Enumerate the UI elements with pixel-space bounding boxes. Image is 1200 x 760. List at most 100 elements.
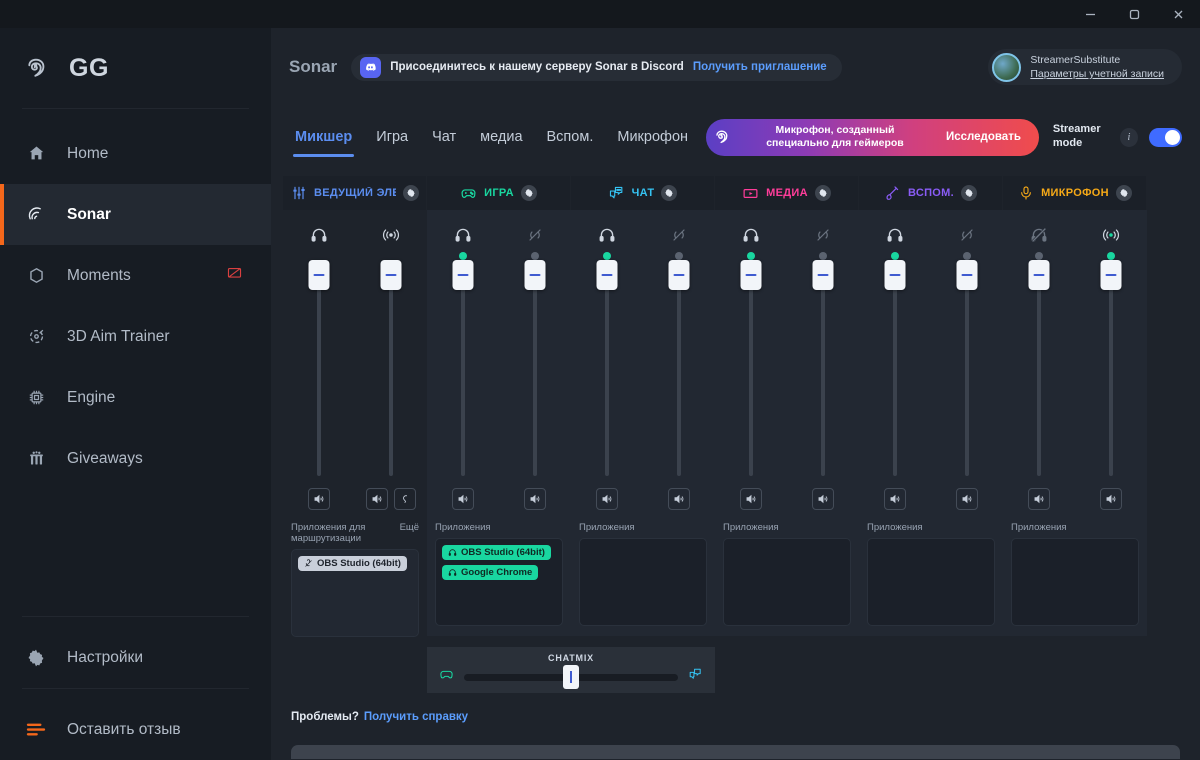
account-menu[interactable]: StreamerSubstitute Параметры учетной зап…: [988, 49, 1182, 85]
brand: GG: [0, 28, 271, 108]
apps-list[interactable]: [867, 538, 995, 626]
volume-slider[interactable]: [380, 260, 402, 476]
fader-buttons: [308, 488, 330, 510]
tab-microphone[interactable]: Микрофон: [605, 114, 700, 160]
gear-icon[interactable]: [814, 185, 831, 201]
channel-header: ВСПОМ.: [859, 176, 1003, 210]
volume-slider[interactable]: [812, 260, 834, 476]
tab-aux[interactable]: Вспом.: [535, 114, 606, 160]
gear-icon[interactable]: [1115, 185, 1132, 201]
speaker-icon[interactable]: [1028, 488, 1050, 510]
tab-label: Чат: [432, 129, 457, 145]
promo-banner[interactable]: Микрофон, созданный специально для гейме…: [706, 118, 1039, 156]
tabs-bar: Микшер Игра Чат медиа Вспом. Микрофон Ми…: [271, 106, 1200, 168]
slider-knob[interactable]: [1100, 260, 1122, 290]
volume-slider[interactable]: [956, 260, 978, 476]
minimize-icon[interactable]: [1068, 0, 1112, 28]
apps-label-text: Приложения: [579, 522, 635, 533]
speaker-icon[interactable]: [366, 488, 388, 510]
volume-slider[interactable]: [1028, 260, 1050, 476]
apps-list[interactable]: OBS Studio (64bit) Google Chrome: [435, 538, 563, 626]
tab-game[interactable]: Игра: [364, 114, 420, 160]
speaker-icon[interactable]: [812, 488, 834, 510]
sidebar-item-moments[interactable]: Moments: [0, 245, 271, 306]
sidebar-item-engine[interactable]: Engine: [0, 367, 271, 428]
app-chip[interactable]: OBS Studio (64bit): [298, 556, 407, 571]
sidebar-item-sonar[interactable]: Sonar: [0, 184, 271, 245]
faders: [427, 224, 571, 510]
speaker-icon[interactable]: [308, 488, 330, 510]
volume-slider[interactable]: [668, 260, 690, 476]
speaker-icon[interactable]: [884, 488, 906, 510]
sidebar-item-feedback[interactable]: Оставить отзыв: [0, 699, 271, 760]
faders: [715, 224, 859, 510]
speaker-icon[interactable]: [1100, 488, 1122, 510]
speaker-icon[interactable]: [524, 488, 546, 510]
status-dot: [603, 252, 611, 260]
slider-knob[interactable]: [1028, 260, 1050, 290]
gear-icon[interactable]: [403, 185, 419, 201]
mic-monitor-icon[interactable]: [394, 488, 416, 510]
volume-slider[interactable]: [524, 260, 546, 476]
help-link[interactable]: Получить справку: [364, 711, 468, 723]
sidebar-item-3d-aim-trainer[interactable]: 3D Aim Trainer: [0, 306, 271, 367]
tab-mixer[interactable]: Микшер: [283, 114, 364, 160]
account-settings-link[interactable]: Параметры учетной записи: [1030, 67, 1164, 81]
streamer-mode-toggle[interactable]: [1148, 127, 1182, 147]
promo-cta[interactable]: Исследовать: [936, 131, 1037, 143]
apps-more-link[interactable]: Ещё: [400, 522, 419, 533]
gear-icon[interactable]: [661, 185, 678, 201]
volume-slider[interactable]: [740, 260, 762, 476]
sidebar-item-label: Sonar: [67, 205, 111, 223]
slider-knob[interactable]: [956, 260, 978, 290]
speaker-icon[interactable]: [740, 488, 762, 510]
slider-knob[interactable]: [452, 260, 474, 290]
stream-icon: [381, 224, 401, 246]
discord-invite-link[interactable]: Получить приглашение: [693, 61, 827, 73]
speaker-icon[interactable]: [956, 488, 978, 510]
speaker-icon[interactable]: [452, 488, 474, 510]
speaker-icon[interactable]: [668, 488, 690, 510]
apps-list[interactable]: OBS Studio (64bit): [291, 549, 419, 637]
tab-chat[interactable]: Чат: [420, 114, 468, 160]
volume-slider[interactable]: [308, 260, 330, 476]
slider-knob[interactable]: [812, 260, 834, 290]
tab-label: медиа: [480, 129, 523, 145]
status-dot: [963, 252, 971, 260]
apps-list[interactable]: [579, 538, 707, 626]
sidebar-item-giveaways[interactable]: Giveaways: [0, 428, 271, 489]
fader-buttons: [740, 488, 762, 510]
speaker-icon[interactable]: [596, 488, 618, 510]
monitor-off-icon[interactable]: [226, 265, 243, 287]
volume-slider[interactable]: [884, 260, 906, 476]
slider-knob[interactable]: [740, 260, 762, 290]
apps-list[interactable]: [1011, 538, 1139, 626]
chatmix-knob[interactable]: [563, 665, 579, 689]
volume-slider[interactable]: [1100, 260, 1122, 476]
tab-media[interactable]: медиа: [468, 114, 534, 160]
status-dot: [1035, 252, 1043, 260]
close-icon[interactable]: [1156, 0, 1200, 28]
slider-knob[interactable]: [380, 260, 402, 290]
slider-knob[interactable]: [884, 260, 906, 290]
info-icon[interactable]: i: [1119, 127, 1138, 147]
app-chip[interactable]: Google Chrome: [442, 565, 539, 580]
gear-icon[interactable]: [960, 185, 977, 201]
fader-stream: [787, 224, 859, 510]
maximize-icon[interactable]: [1112, 0, 1156, 28]
slider-knob[interactable]: [668, 260, 690, 290]
sidebar-item-settings[interactable]: Настройки: [0, 627, 271, 688]
volume-slider[interactable]: [596, 260, 618, 476]
sidebar-item-home[interactable]: Home: [0, 123, 271, 184]
discord-banner[interactable]: Присоединитесь к нашему серверу Sonar в …: [351, 53, 842, 81]
fader-headphones: [283, 224, 355, 510]
slider-knob[interactable]: [524, 260, 546, 290]
slider-knob[interactable]: [308, 260, 330, 290]
apps-list[interactable]: [723, 538, 851, 626]
stream-off-icon: [813, 224, 833, 246]
app-chip[interactable]: OBS Studio (64bit): [442, 545, 551, 560]
volume-slider[interactable]: [452, 260, 474, 476]
gear-icon[interactable]: [520, 185, 537, 201]
chatmix-slider[interactable]: [464, 665, 678, 689]
slider-knob[interactable]: [596, 260, 618, 290]
